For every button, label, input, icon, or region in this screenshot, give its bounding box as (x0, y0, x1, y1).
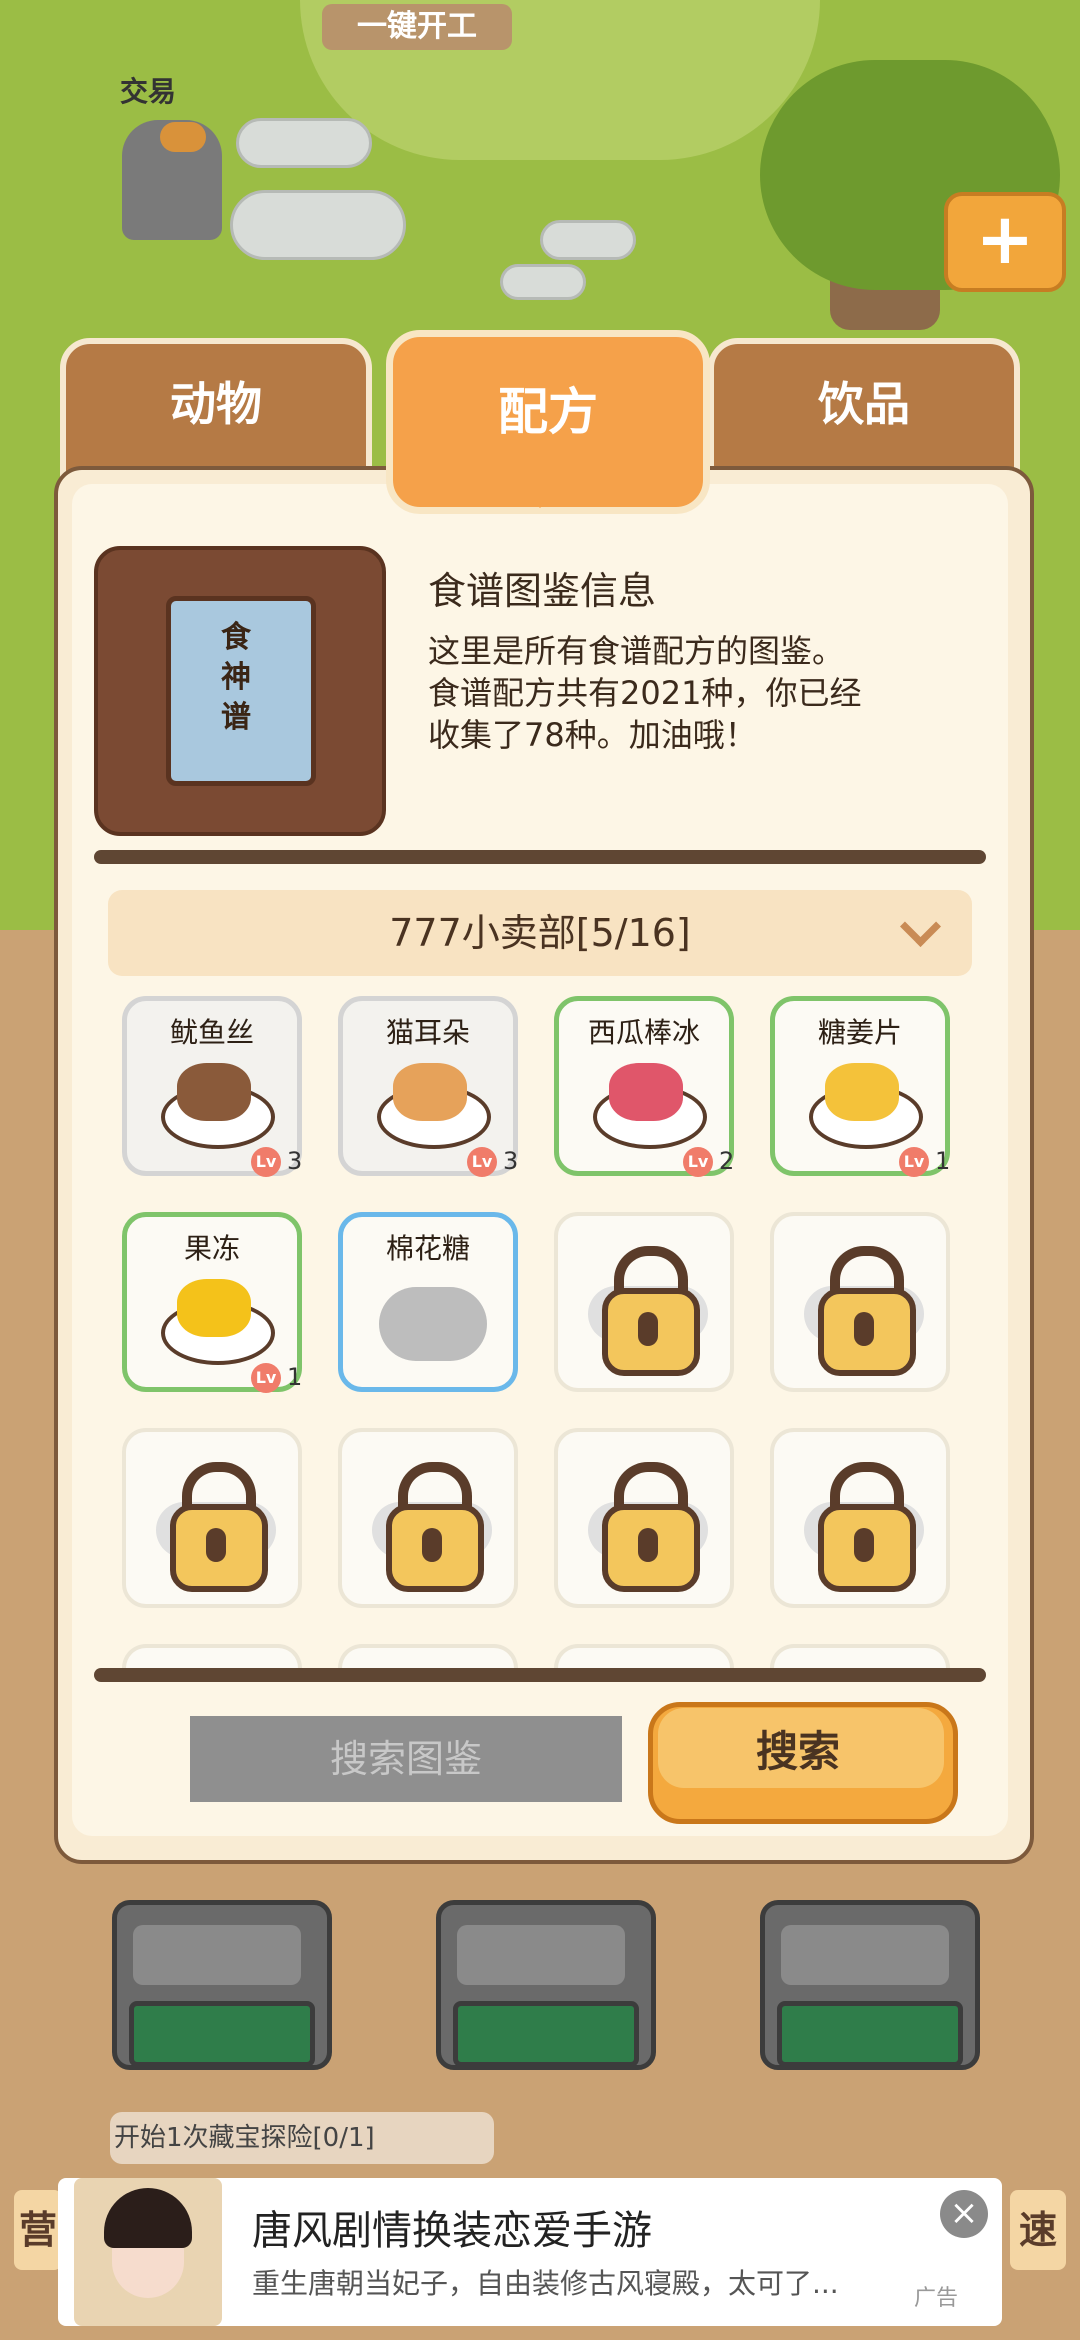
level-number: 3 (503, 1147, 519, 1175)
recipe-name: 猫耳朵 (385, 1016, 470, 1049)
keyhole-icon (638, 1312, 658, 1346)
food-icon (393, 1063, 467, 1121)
recipe-card[interactable]: 鱿鱼丝 Lv 3 (122, 996, 303, 1177)
shop-counter[interactable] (436, 1900, 656, 2070)
ad-description[interactable]: 重生唐朝当妃子，自由装修古风寝殿，太可了... (252, 2262, 839, 2302)
divider-top (94, 850, 986, 864)
counter-window (457, 1925, 625, 1985)
quest-text[interactable]: 开始1次藏宝探险[0/1] (110, 2112, 494, 2164)
stepping-stone (540, 220, 636, 260)
recipe-card[interactable]: 果冻 Lv 1 (122, 1212, 303, 1393)
keyhole-icon (854, 1312, 874, 1346)
close-icon[interactable]: × (940, 2190, 988, 2238)
recipe-name: 糖姜片 (817, 1016, 902, 1049)
level-badge: Lv (467, 1147, 497, 1177)
food-icon (825, 1063, 899, 1121)
recipe-card[interactable]: 西瓜棒冰 Lv 2 (554, 996, 735, 1177)
one-key-start-button[interactable]: 一键开工 (322, 4, 512, 50)
info-title: 食谱图鉴信息 (428, 569, 657, 613)
keyhole-icon (422, 1528, 442, 1562)
counter-base (129, 2001, 315, 2067)
search-field[interactable]: 搜索图鉴 (190, 1716, 622, 1802)
stepping-stone (230, 190, 406, 260)
recipe-card[interactable]: 猫耳朵 Lv 3 (338, 996, 519, 1177)
recipe-name: 西瓜棒冰 (587, 1016, 700, 1049)
level-badge: Lv (683, 1147, 713, 1177)
keyhole-icon (206, 1528, 226, 1562)
level-badge: Lv (251, 1147, 281, 1177)
side-right-button[interactable]: 速 (1010, 2190, 1066, 2270)
locked-recipe-card[interactable] (770, 1212, 950, 1392)
recipe-name: 鱿鱼丝 (169, 1016, 254, 1049)
counter-window (133, 1925, 301, 1985)
recipe-book-title: 食神谱 (221, 620, 251, 735)
counter-base (777, 2001, 963, 2067)
level-badge: Lv (251, 1363, 281, 1393)
locked-recipe-card[interactable] (338, 1428, 518, 1608)
recipe-card[interactable]: 棉花糖 (338, 1212, 518, 1392)
ad-label: 广告 (914, 2286, 959, 2311)
tab-recipes[interactable]: 配方 (386, 330, 710, 514)
level-badge: Lv (899, 1147, 929, 1177)
active-tab-arrow-icon (522, 490, 558, 508)
stepping-stone (236, 118, 372, 168)
locked-recipe-card[interactable] (770, 1428, 950, 1608)
counter-window (781, 1925, 949, 1985)
info-line-3: 收集了78种。加油哦！ (428, 716, 757, 754)
divider-bottom (94, 1668, 986, 1682)
locked-recipe-card[interactable] (554, 1644, 734, 1668)
robot-hat-icon (160, 122, 206, 152)
locked-recipe-card[interactable] (770, 1644, 950, 1668)
level-number: 2 (719, 1147, 735, 1175)
level-number: 1 (935, 1147, 951, 1175)
side-left-button[interactable]: 营 (14, 2190, 62, 2270)
keyhole-icon (854, 1528, 874, 1562)
add-button[interactable]: + (944, 192, 1066, 292)
food-icon (609, 1063, 683, 1121)
locked-recipe-card[interactable] (122, 1428, 302, 1608)
level-number: 3 (287, 1147, 303, 1175)
recipe-card[interactable]: 糖姜片 Lv 1 (770, 996, 951, 1177)
info-line-1: 这里是所有食谱配方的图鉴。 (428, 632, 845, 670)
recipe-name: 果冻 (183, 1232, 240, 1265)
locked-recipe-card[interactable] (338, 1644, 518, 1668)
locked-recipe-card[interactable] (122, 1644, 302, 1668)
locked-recipe-card[interactable] (554, 1212, 734, 1392)
food-icon (177, 1063, 251, 1121)
counter-base (453, 2001, 639, 2067)
stepping-stone (500, 264, 586, 300)
recipe-name: 棉花糖 (385, 1232, 470, 1265)
category-label: 777小卖部[5/16] (389, 911, 691, 955)
ad-title[interactable]: 唐风剧情换装恋爱手游 (252, 2198, 652, 2256)
level-number: 1 (287, 1363, 303, 1391)
info-line-2: 食谱配方共有2021种，你已经 (428, 674, 862, 712)
shop-counter[interactable] (760, 1900, 980, 2070)
shop-counter[interactable] (112, 1900, 332, 2070)
trade-label: 交易 (120, 75, 177, 108)
food-icon (177, 1279, 251, 1337)
locked-recipe-card[interactable] (554, 1428, 734, 1608)
keyhole-icon (638, 1528, 658, 1562)
cotton-candy-icon (379, 1287, 487, 1361)
search-button-label: 搜索 (755, 1727, 840, 1776)
